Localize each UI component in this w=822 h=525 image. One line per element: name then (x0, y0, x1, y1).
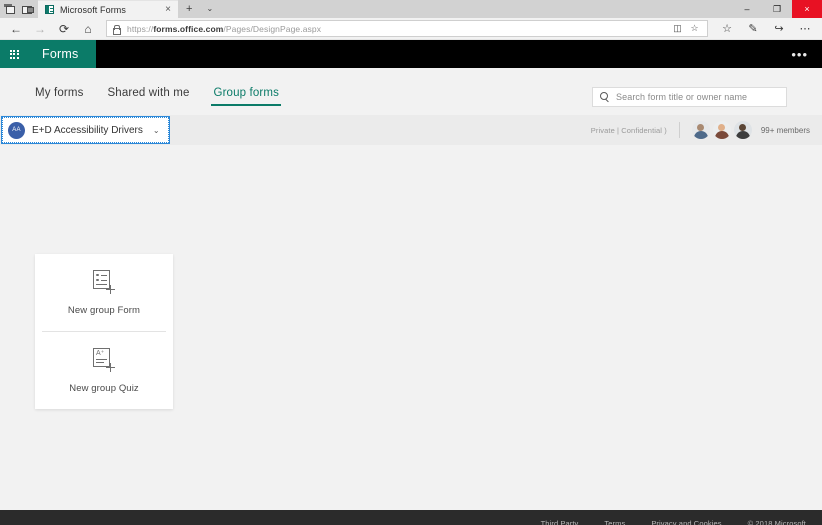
member-avatars[interactable] (691, 121, 755, 139)
nav-row: My forms Shared with me Group forms Sear… (35, 68, 787, 115)
new-group-quiz-label: New group Quiz (69, 382, 139, 394)
new-group-form-label: New group Form (67, 304, 141, 316)
tab-group-forms[interactable]: Group forms (201, 87, 291, 106)
maximize-button[interactable]: ❐ (762, 0, 792, 18)
toolbar-right-actions: ☆ ✎ ↪ ⋯ (714, 19, 818, 39)
url-text: https://forms.office.com/Pages/DesignPag… (127, 24, 321, 34)
tab-aside-controls (0, 0, 38, 18)
new-form-dropdown-panel: New group Form A⁺ New group Quiz (35, 254, 173, 409)
members-count-label[interactable]: 99+ members (761, 126, 810, 135)
lock-icon (112, 24, 121, 35)
page-footer: Third Party Terms Privacy and Cookies © … (0, 510, 822, 525)
content-wrapper: My forms Shared with me Group forms Sear… (0, 68, 822, 115)
hub-favorites-icon[interactable]: ☆ (714, 19, 740, 39)
back-button[interactable]: ← (4, 19, 28, 39)
tab-strip: Microsoft Forms × + ⌄ (38, 0, 219, 18)
web-notes-icon[interactable]: ✎ (740, 19, 766, 39)
browser-tab-microsoft-forms[interactable]: Microsoft Forms × (38, 0, 178, 18)
search-input[interactable]: Search form title or owner name (616, 92, 747, 102)
home-button[interactable]: ⌂ (76, 19, 100, 39)
avatar (733, 121, 752, 139)
forward-button[interactable]: → (28, 19, 52, 39)
tab-my-forms[interactable]: My forms (35, 87, 95, 106)
tab-menu-chevron-icon[interactable]: ⌄ (200, 0, 219, 18)
tab-title: Microsoft Forms (60, 4, 127, 15)
footer-link-privacy-and-cookies[interactable]: Privacy and Cookies (651, 519, 721, 525)
set-tabs-aside-icon[interactable] (4, 3, 17, 15)
share-icon[interactable]: ↪ (766, 19, 792, 39)
new-form-icon (93, 269, 115, 294)
page-body: My forms Shared with me Group forms Sear… (0, 68, 822, 525)
quiz-a-plus-glyph: A⁺ (96, 349, 105, 357)
url-path: /Pages/DesignPage.aspx (223, 23, 322, 34)
close-tab-icon[interactable]: × (163, 4, 173, 15)
new-group-form-option[interactable]: New group Form (35, 254, 173, 331)
app-launcher-button[interactable] (0, 40, 28, 68)
forms-favicon-icon (45, 5, 54, 14)
waffle-icon (9, 49, 19, 59)
window-title-bar: Microsoft Forms × + ⌄ – ❐ × (0, 0, 822, 18)
search-box[interactable]: Search form title or owner name (592, 86, 787, 107)
address-bar[interactable]: https://forms.office.com/Pages/DesignPag… (106, 20, 708, 37)
forms-brand-link[interactable]: Forms (28, 40, 97, 68)
brand-label: Forms (42, 47, 79, 61)
group-classification-label: Private | Confidential ) (590, 125, 667, 135)
vertical-divider (678, 122, 680, 138)
browser-toolbar: ← → ⟳ ⌂ https://forms.office.com/Pages/D… (0, 18, 822, 40)
group-name-label: E+D Accessibility Drivers (32, 124, 143, 136)
app-bar-more-icon[interactable]: ••• (777, 47, 822, 62)
new-tab-button[interactable]: + (178, 0, 200, 18)
window-controls: – ❐ × (732, 0, 822, 18)
minimize-button[interactable]: – (732, 0, 762, 18)
url-domain: forms.office.com (153, 23, 224, 34)
new-quiz-icon: A⁺ (93, 347, 115, 372)
avatar (691, 121, 710, 139)
close-window-button[interactable]: × (792, 0, 822, 18)
tab-shared-with-me[interactable]: Shared with me (95, 87, 201, 106)
add-favorite-star-icon[interactable]: ☆ (687, 22, 702, 36)
refresh-button[interactable]: ⟳ (52, 19, 76, 39)
avatar (712, 121, 731, 139)
address-bar-actions: ◫ ☆ (670, 22, 702, 36)
footer-link-terms[interactable]: Terms (604, 519, 625, 525)
tabs-set-aside-icon[interactable] (22, 3, 35, 15)
new-group-quiz-option[interactable]: A⁺ New group Quiz (35, 332, 173, 409)
search-icon (600, 91, 610, 102)
footer-copyright: © 2018 Microsoft (747, 519, 806, 525)
browser-more-icon[interactable]: ⋯ (792, 19, 818, 39)
url-scheme: https:// (127, 23, 154, 34)
footer-link-third-party[interactable]: Third Party (541, 519, 579, 525)
chevron-down-icon: ⌄ (152, 125, 160, 135)
forms-tabs: My forms Shared with me Group forms (35, 87, 291, 106)
group-meta: Private | Confidential ) 99+ members (591, 121, 810, 139)
group-selector-bar: AA E+D Accessibility Drivers ⌄ Private |… (0, 115, 822, 145)
forms-app-bar: Forms ••• (0, 40, 822, 68)
reading-view-icon[interactable]: ◫ (670, 22, 685, 36)
group-avatar: AA (8, 121, 25, 139)
group-selector-dropdown[interactable]: AA E+D Accessibility Drivers ⌄ (1, 116, 170, 144)
